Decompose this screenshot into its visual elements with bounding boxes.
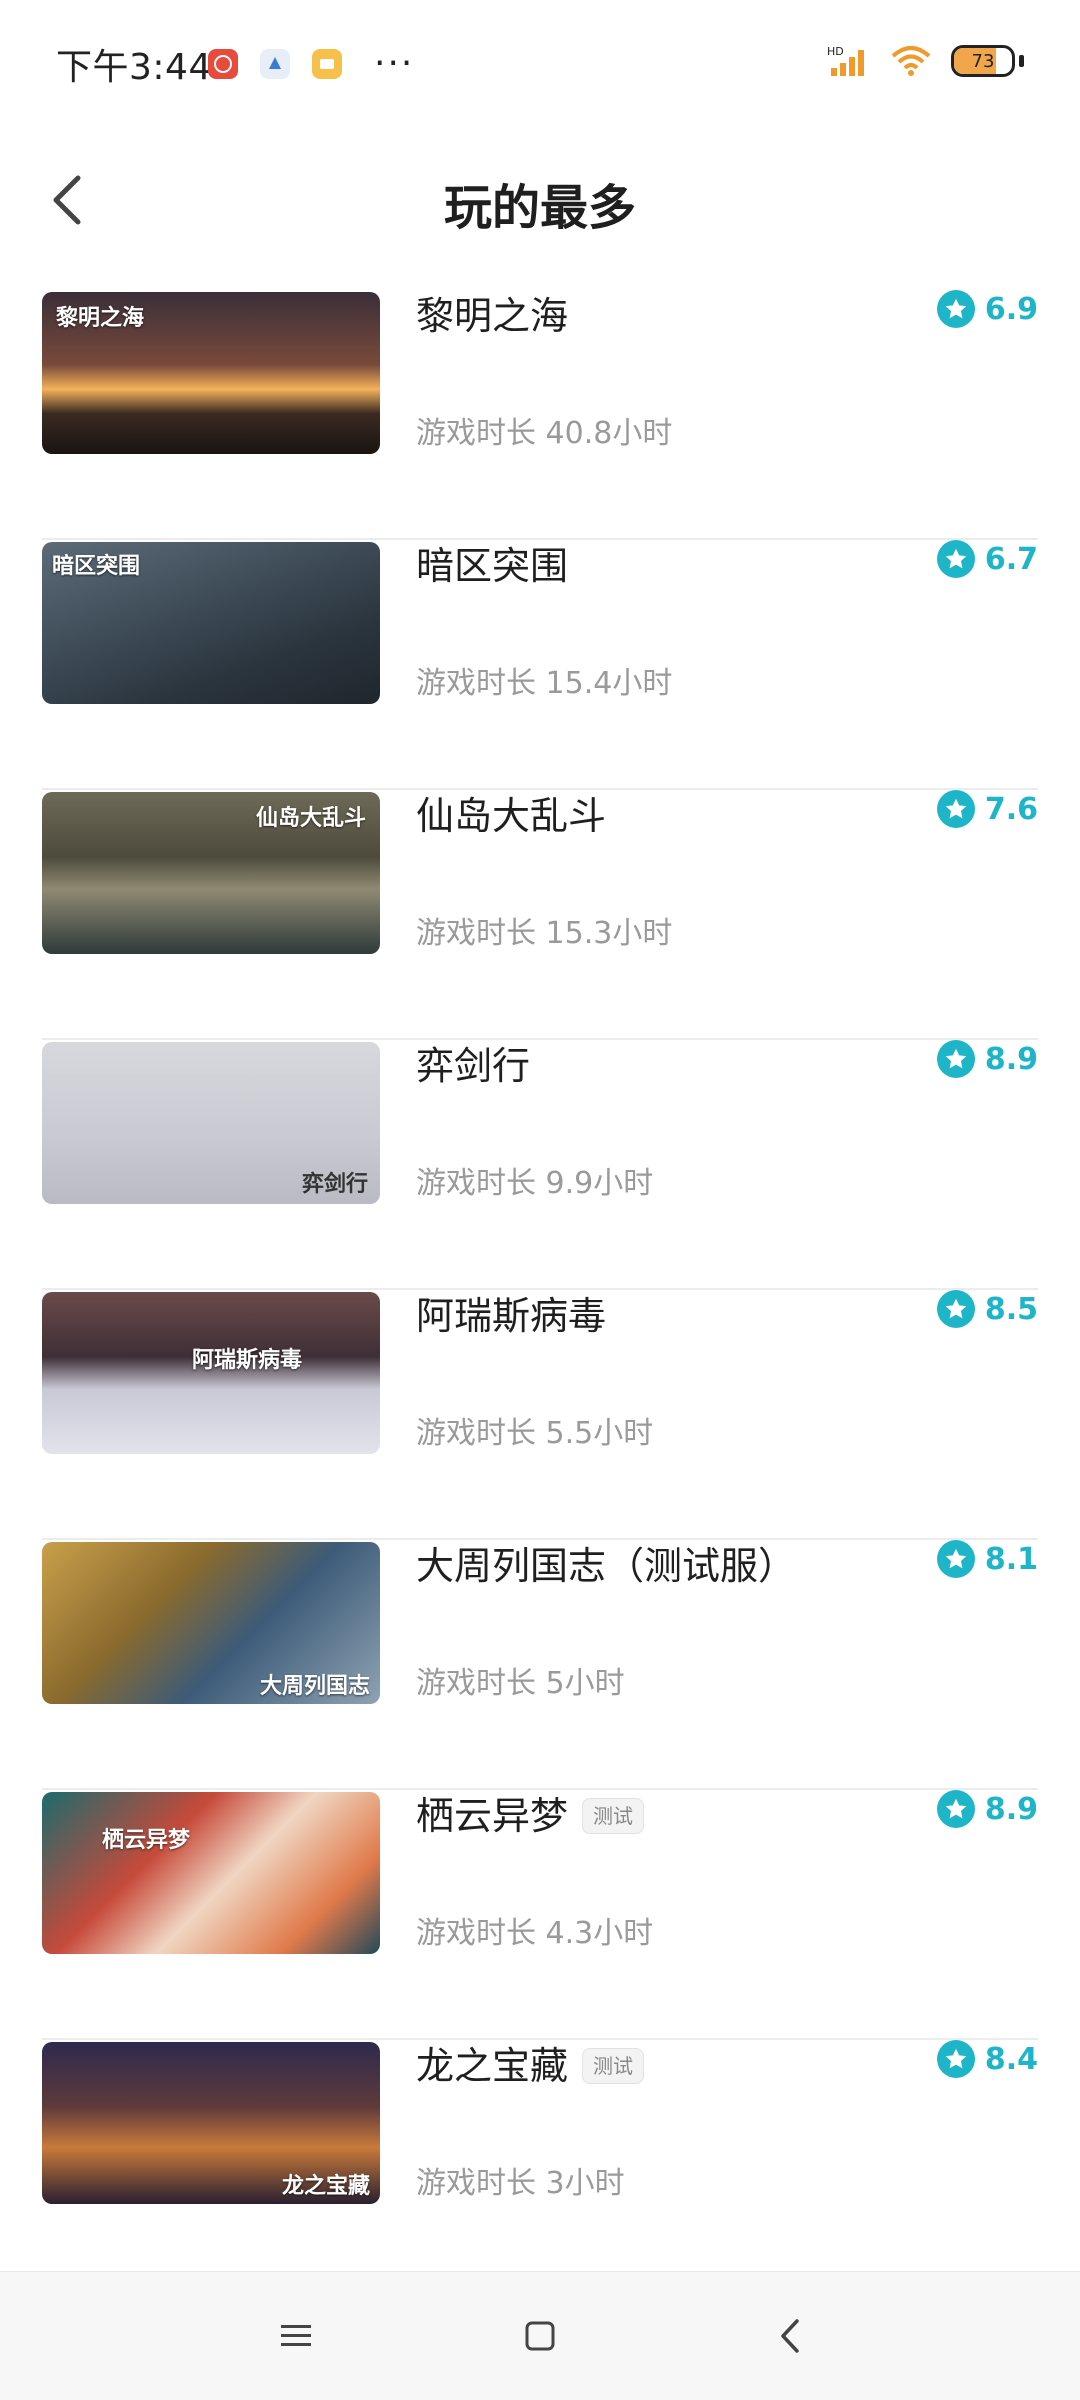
star-icon [936, 1040, 975, 1078]
status-bar: 下午3:44 ··· HD 73 [0, 0, 1080, 128]
star-icon [936, 540, 975, 578]
game-playtime: 游戏时长 5.5小时 [416, 1416, 654, 1451]
wifi-icon [891, 46, 931, 76]
thumbnail-logo-text: 仙岛大乱斗 [255, 806, 366, 831]
rating-value: 6.9 [984, 291, 1038, 327]
menu-icon [281, 2325, 311, 2346]
game-rating: 8.4 [936, 2040, 1038, 2078]
game-name: 大周列国志（测试服） [416, 1544, 797, 1588]
home-icon [525, 2321, 555, 2351]
star-icon [936, 2040, 975, 2078]
game-name: 弈剑行 [416, 1044, 531, 1088]
hd-label: HD [827, 45, 844, 58]
game-playtime: 游戏时长 9.9小时 [416, 1166, 654, 1201]
navigation-bar [0, 2271, 1080, 2400]
star-icon [936, 290, 975, 328]
game-rating: 8.5 [936, 1290, 1038, 1328]
game-list-item[interactable]: 阿瑞斯病毒 阿瑞斯病毒 游戏时长 5.5小时 8.5 [0, 1290, 1080, 1540]
game-name-row: 暗区突围 [416, 540, 568, 592]
game-name: 阿瑞斯病毒 [416, 1294, 607, 1338]
game-name-row: 弈剑行 [416, 1040, 530, 1092]
rating-value: 7.6 [984, 791, 1038, 827]
game-playtime: 游戏时长 15.3小时 [416, 916, 673, 951]
game-name-row: 大周列国志（测试服） [416, 1540, 796, 1592]
game-list-item[interactable]: 暗区突围 暗区突围游戏时长 15.4小时 6.7 [0, 540, 1080, 790]
game-list-item[interactable]: 龙之宝藏 龙之宝藏 测试 游戏时长 3小时 8.4 [0, 2040, 1080, 2290]
test-badge: 测试 [582, 1798, 645, 1834]
game-playtime: 游戏时长 5小时 [416, 1666, 625, 1701]
game-list-item[interactable]: 大周列国志 大周列国志（测试服） 游戏时长 5小时 8.1 [0, 1540, 1080, 1790]
game-name-row: 黎明之海 [416, 290, 568, 342]
game-rating: 8.9 [936, 1790, 1038, 1828]
rating-value: 6.7 [984, 541, 1038, 577]
game-playtime: 游戏时长 3小时 [416, 2166, 625, 2201]
signal-icon: HD [827, 45, 864, 76]
game-rating: 8.9 [936, 1040, 1038, 1078]
thumbnail-logo-text: 阿瑞斯病毒 [192, 1348, 303, 1373]
nav-back-button[interactable] [760, 2306, 820, 2366]
game-list-item[interactable]: 弈剑行 弈剑行 游戏时长 9.9小时 8.9 [0, 1040, 1080, 1290]
page-title: 玩的最多 [443, 180, 636, 236]
game-name: 仙岛大乱斗 [416, 794, 607, 838]
game-name: 龙之宝藏 [416, 2044, 569, 2088]
test-badge: 测试 [582, 2048, 645, 2084]
battery-icon: 73 [951, 45, 1015, 77]
game-playtime: 游戏时长 15.4小时 [416, 666, 673, 701]
game-playtime: 游戏时长 4.3小时 [416, 1916, 654, 1951]
game-list-item[interactable]: 栖云异梦 栖云异梦 测试 游戏时长 4.3小时 8.9 [0, 1790, 1080, 2040]
game-name-row: 龙之宝藏 测试 [416, 2040, 645, 2092]
game-thumbnail: 龙之宝藏 [42, 2042, 380, 2204]
app-notification-icon [260, 49, 290, 79]
status-time: 下午3:44 [56, 47, 212, 88]
game-thumbnail: 栖云异梦 [42, 1792, 380, 1954]
game-playtime: 游戏时长 40.8小时 [416, 416, 673, 451]
header: 玩的最多 [0, 128, 1080, 278]
game-thumbnail: 黎明之海 [42, 292, 380, 454]
battery-level: 73 [971, 50, 995, 72]
battery-tip [1019, 55, 1024, 67]
app-notification-icon [312, 49, 342, 79]
game-name-row: 阿瑞斯病毒 [416, 1290, 606, 1342]
game-list-item[interactable]: 黎明之海 黎明之海游戏时长 40.8小时 6.9 [0, 290, 1080, 540]
rating-value: 8.9 [984, 1041, 1038, 1077]
game-thumbnail: 大周列国志 [42, 1542, 380, 1704]
rating-value: 8.4 [984, 2041, 1038, 2077]
game-thumbnail: 弈剑行 [42, 1042, 380, 1204]
thumbnail-logo-text: 大周列国志 [259, 1674, 370, 1699]
thumbnail-logo-text: 弈剑行 [301, 1172, 368, 1197]
star-icon [936, 1540, 975, 1578]
thumbnail-logo-text: 栖云异梦 [102, 1828, 191, 1853]
thumbnail-logo-text: 黎明之海 [56, 306, 145, 331]
game-thumbnail: 仙岛大乱斗 [42, 792, 380, 954]
game-name: 暗区突围 [416, 544, 569, 588]
menu-button[interactable] [266, 2306, 326, 2366]
game-rating: 6.7 [936, 540, 1038, 578]
back-icon [781, 2319, 799, 2353]
app-notification-icon [208, 49, 238, 79]
game-name: 栖云异梦 [416, 1794, 569, 1838]
game-thumbnail: 暗区突围 [42, 542, 380, 704]
notification-icons: ··· [208, 46, 414, 82]
more-notifications-icon: ··· [374, 43, 415, 84]
thumbnail-logo-text: 龙之宝藏 [281, 2174, 370, 2199]
game-name-row: 栖云异梦 测试 [416, 1790, 645, 1842]
game-rating: 8.1 [936, 1540, 1038, 1578]
game-rating: 6.9 [936, 290, 1038, 328]
game-list-item[interactable]: 仙岛大乱斗 仙岛大乱斗游戏时长 15.3小时 7.6 [0, 790, 1080, 1040]
game-rating: 7.6 [936, 790, 1038, 828]
rating-value: 8.5 [984, 1291, 1038, 1327]
game-name: 黎明之海 [416, 294, 569, 338]
star-icon [936, 1290, 975, 1328]
star-icon [936, 790, 975, 828]
home-button[interactable] [510, 2306, 570, 2366]
game-thumbnail: 阿瑞斯病毒 [42, 1292, 380, 1454]
game-name-row: 仙岛大乱斗 [416, 790, 606, 842]
status-right: HD 73 [827, 44, 1024, 78]
star-icon [936, 1790, 975, 1828]
game-list: 黎明之海 黎明之海游戏时长 40.8小时 6.9 暗区突围 暗区突围游戏时长 15.4小… [0, 290, 1080, 2290]
thumbnail-logo-text: 暗区突围 [52, 554, 141, 579]
rating-value: 8.1 [984, 1541, 1038, 1577]
rating-value: 8.9 [984, 1791, 1038, 1827]
